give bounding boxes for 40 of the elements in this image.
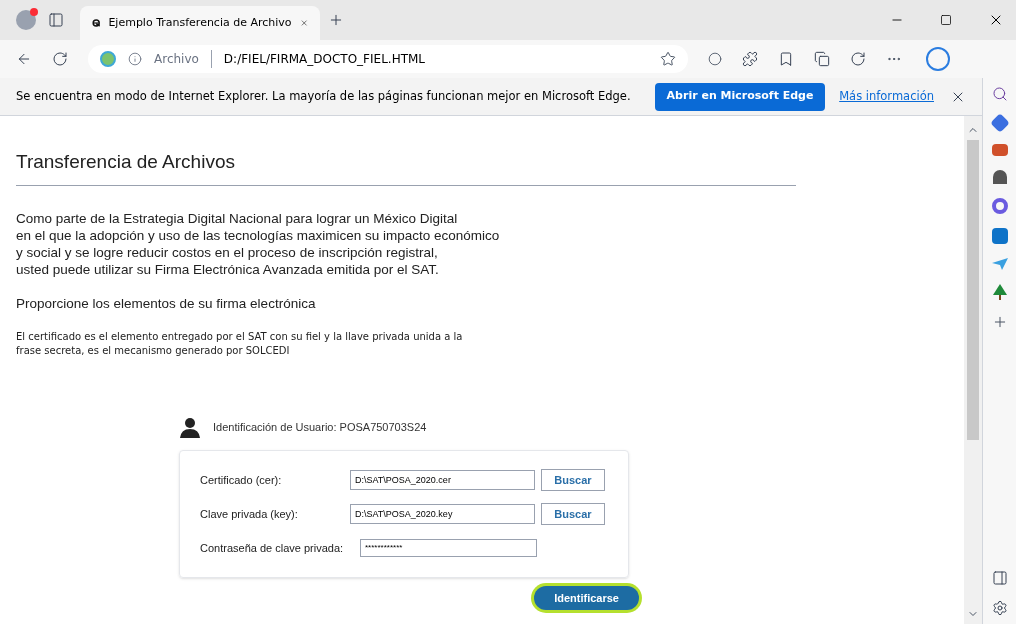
user-id: Identificación de Usuario: POSA750703S24 — [213, 419, 427, 435]
field-label: Certificado (cer): — [200, 472, 283, 488]
briefcase-icon[interactable] — [991, 144, 1008, 156]
settings-icon[interactable] — [991, 600, 1008, 616]
favorites-icon[interactable] — [778, 51, 794, 67]
favorite-add-icon[interactable] — [660, 51, 676, 67]
more-info-link[interactable]: Más información — [839, 87, 934, 106]
address-url: D:/FIEL/FIRMA_DOCTO_FIEL.HTML — [223, 51, 427, 68]
refresh-icon[interactable] — [52, 51, 68, 67]
info-icon[interactable] — [128, 52, 142, 66]
address-scheme: Archivo — [154, 50, 212, 68]
back-icon[interactable] — [16, 51, 32, 67]
field-label: Contraseña de clave privada: — [200, 540, 345, 556]
tree-icon[interactable] — [992, 284, 1007, 300]
browse-button[interactable]: Buscar — [541, 468, 605, 491]
maximize-icon[interactable] — [940, 14, 952, 26]
open-in-edge-button[interactable]: Abrir en Microsoft Edge — [654, 82, 826, 111]
browse-button[interactable]: Buscar — [541, 502, 605, 525]
info-message: Se encuentra en modo de Internet Explorer. La mayoría de las páginas funcionan mejor en Microsoft Edge. — [16, 87, 631, 105]
browser-tab[interactable]: Ejemplo Transferencia de Archivo — [80, 6, 320, 40]
new-tab-icon[interactable] — [328, 12, 344, 28]
paper-plane-icon[interactable] — [991, 258, 1008, 270]
intro-paragraph: Como parte de la Estrategia Digital Nacional para lograr un México Digital en el que la adopción y uso de las tecnologías maximicen su impacto económico y social y se logre reducir costos en el proceso de inscripción registral, usted puede utilizar su Firma Electrónica Avanzada emitida por el SAT. — [16, 209, 501, 278]
tab-title: Ejemplo Transferencia de Archivo — [108, 14, 292, 31]
file-path-field[interactable]: D:\SAT\POSA_2020.key — [350, 503, 535, 524]
address-bar[interactable]: Archivo D:/FIEL/FIRMA_DOCTO_FIEL.HTML — [88, 45, 688, 73]
extensions-icon[interactable] — [742, 51, 758, 67]
tab-actions-icon[interactable] — [48, 12, 64, 28]
collections-icon[interactable] — [814, 51, 830, 67]
user-icon — [179, 415, 201, 438]
form-subtitle: Proporcione los elementos de su firma electrónica — [16, 294, 317, 313]
file-path-field[interactable]: D:\SAT\POSA_2020.cer — [350, 469, 535, 490]
sidebar-toggle-icon[interactable] — [991, 570, 1008, 586]
certificate-note: El certificado es el elemento entregado por el SAT con su fiel y la llave privada unida a la frase secreta, es el mecanismo generado por SOLCEDI — [16, 329, 464, 358]
identify-button[interactable]: Identificarse — [534, 585, 639, 610]
field-label: Clave privada (key): — [200, 506, 299, 522]
password-field[interactable]: ************ — [360, 538, 537, 557]
profile-avatar[interactable] — [16, 10, 36, 30]
search-icon[interactable] — [991, 86, 1008, 102]
page-title: Transferencia de Archivos — [16, 148, 796, 186]
